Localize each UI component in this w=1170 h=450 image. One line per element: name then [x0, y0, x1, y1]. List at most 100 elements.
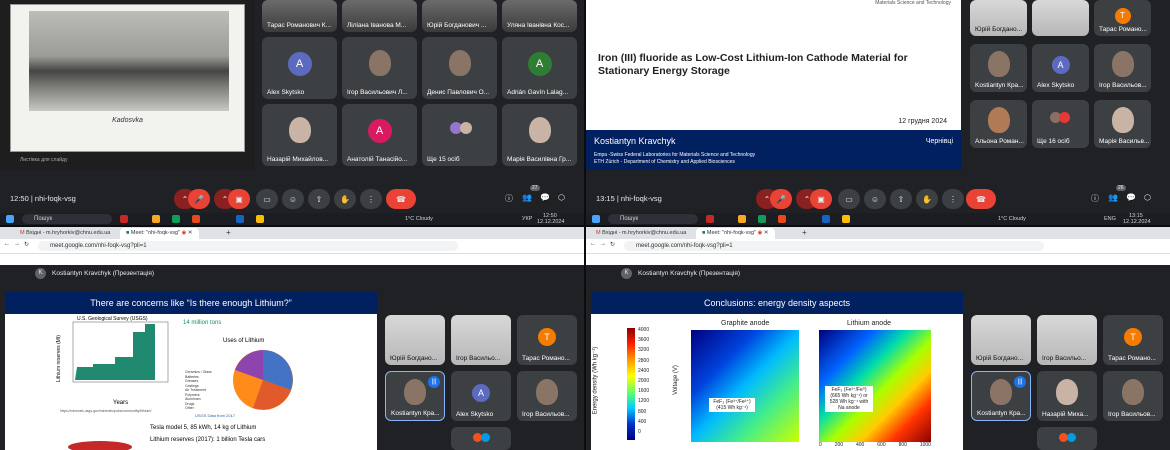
- mic-icon[interactable]: 🎤: [770, 189, 792, 209]
- windows-start-icon[interactable]: [592, 215, 600, 223]
- flower-icon: [706, 215, 714, 223]
- participant-tile[interactable]: Ігор Васильо...: [451, 315, 511, 365]
- participant-tile[interactable]: Марія Васильв...: [1094, 100, 1151, 148]
- url-input[interactable]: meet.google.com/nhi-foqk-vsg?pli=1: [38, 241, 458, 251]
- windows-start-icon[interactable]: [6, 215, 14, 223]
- raise-hand-button[interactable]: ✋: [334, 189, 356, 209]
- participant-tile[interactable]: Ігор Васильов...: [1103, 371, 1163, 421]
- participant-tile[interactable]: Альона Роман...: [970, 100, 1027, 148]
- participant-tile[interactable]: A Adrián Gavín Lalag...: [502, 37, 577, 99]
- participant-tile[interactable]: T Тарас Романо...: [517, 315, 577, 365]
- participant-tile[interactable]: Назарій Михайлов...: [262, 104, 337, 166]
- forward-icon[interactable]: →: [600, 241, 606, 247]
- reload-icon[interactable]: ↻: [24, 241, 29, 248]
- taskbar-search[interactable]: Пошук: [608, 214, 698, 224]
- participant-tile[interactable]: T Тарас Романо...: [1103, 315, 1163, 365]
- participant-tile[interactable]: Ігор Васильов...: [1094, 44, 1151, 92]
- participant-tile[interactable]: ||| Kostiantyn Кра...: [971, 371, 1031, 421]
- participant-tile[interactable]: A Alex Skytsko: [451, 371, 511, 421]
- taskbar-search[interactable]: Пошук: [22, 214, 112, 224]
- avatar: [987, 107, 1010, 134]
- app-icon[interactable]: [192, 215, 200, 223]
- explorer-icon[interactable]: [738, 215, 746, 223]
- info-icon[interactable]: ⓘ: [1091, 193, 1099, 204]
- new-tab-button[interactable]: +: [226, 228, 231, 237]
- participant-tile[interactable]: Юрій Богданович ...: [422, 0, 497, 32]
- participant-tile[interactable]: Ігор Васильо...: [1037, 315, 1097, 365]
- shared-slide: There are concerns like “Is there enough…: [5, 292, 377, 450]
- leave-call-button[interactable]: ☎: [386, 189, 416, 209]
- camera-off-icon[interactable]: ▣: [810, 189, 832, 209]
- more-participants-tile[interactable]: Ще 15 осіб: [422, 104, 497, 166]
- participant-tile[interactable]: Ліліана Іванова М...: [342, 0, 417, 32]
- participant-tile[interactable]: [1032, 0, 1089, 36]
- forward-icon[interactable]: →: [14, 241, 20, 247]
- avatar: [536, 379, 558, 405]
- more-options-button[interactable]: ⋮: [360, 189, 382, 209]
- tab-meet[interactable]: ■ Meet: "nhi-foqk-vsg" ◉ ✕: [120, 228, 199, 239]
- word-icon[interactable]: [236, 215, 244, 223]
- more-participants-tile[interactable]: [1037, 427, 1097, 450]
- tab-gmail[interactable]: M Вхідні - m.hryhorkiv@chnu.edu.ua: [14, 228, 116, 239]
- language-indicator[interactable]: ENG: [1104, 216, 1116, 222]
- emoji-button[interactable]: ☺: [864, 189, 886, 209]
- camera-off-icon[interactable]: ▣: [228, 189, 250, 209]
- back-icon[interactable]: ←: [590, 241, 596, 247]
- participant-tile[interactable]: T Тарас Романо...: [1094, 0, 1151, 36]
- people-icon[interactable]: 👥: [1108, 193, 1118, 202]
- chat-icon[interactable]: 💬: [540, 193, 550, 202]
- more-options-button[interactable]: ⋮: [942, 189, 964, 209]
- participant-tile[interactable]: Юрій Богдано...: [385, 315, 445, 365]
- activities-icon[interactable]: ⬡: [1144, 193, 1151, 202]
- reload-icon[interactable]: ↻: [610, 241, 615, 248]
- participant-tile[interactable]: Ігор Васильов...: [517, 371, 577, 421]
- participant-tile[interactable]: Денис Павлович О...: [422, 37, 497, 99]
- info-icon[interactable]: ⓘ: [505, 193, 513, 204]
- participant-tile[interactable]: Юрій Богдано...: [970, 0, 1027, 36]
- language-indicator[interactable]: УКР: [522, 216, 532, 222]
- raise-hand-button[interactable]: ✋: [916, 189, 938, 209]
- tab-meet[interactable]: ■ Meet: "nhi-foqk-vsg" ◉ ✕: [696, 228, 775, 239]
- word-icon[interactable]: [822, 215, 830, 223]
- emoji-button[interactable]: ☺: [282, 189, 304, 209]
- lithium-title: Lithium anode: [847, 320, 891, 327]
- participant-tile[interactable]: Тарас Романович К...: [262, 0, 337, 32]
- participant-tile[interactable]: Уляна Іванівна Кос...: [502, 0, 577, 32]
- present-button[interactable]: ⇧: [308, 189, 330, 209]
- leave-call-button[interactable]: ☎: [966, 189, 996, 209]
- chart-xlabel: Years: [113, 400, 128, 406]
- url-input[interactable]: meet.google.com/nhi-foqk-vsg?pli=1: [624, 241, 1044, 251]
- participant-tile[interactable]: Назарій Миха...: [1037, 371, 1097, 421]
- participant-tile[interactable]: ||| Kostiantyn Кра...: [385, 371, 445, 421]
- app-icon[interactable]: [778, 215, 786, 223]
- tab-gmail[interactable]: M Вхідні - m.hryhorkiv@chnu.edu.ua: [590, 228, 692, 239]
- more-participants-tile[interactable]: Ще 16 осіб: [1032, 100, 1089, 148]
- meeting-clock: 13:15 | nhi-foqk-vsg: [596, 194, 662, 203]
- captions-button[interactable]: ▭: [838, 189, 860, 209]
- participant-tile[interactable]: A Alex Skytsko: [262, 37, 337, 99]
- more-participants-tile[interactable]: [451, 427, 511, 450]
- participant-tile[interactable]: A Анатолій Танасійо...: [342, 104, 417, 166]
- present-button[interactable]: ⇧: [890, 189, 912, 209]
- slide-title: Iron (III) fluoride as Low-Cost Lithium-…: [598, 52, 908, 77]
- avatar: A: [472, 384, 490, 402]
- new-tab-button[interactable]: +: [802, 228, 807, 237]
- back-icon[interactable]: ←: [4, 241, 10, 247]
- participant-tile[interactable]: Ігор Васильович Л...: [342, 37, 417, 99]
- bookmarks-bar: [586, 253, 1170, 265]
- activities-icon[interactable]: ⬡: [558, 193, 565, 202]
- participant-tile[interactable]: A Alex Skytsko: [1032, 44, 1089, 92]
- explorer-icon[interactable]: [152, 215, 160, 223]
- captions-button[interactable]: ▭: [256, 189, 278, 209]
- edge-icon[interactable]: [758, 215, 766, 223]
- people-icon[interactable]: 👥: [522, 193, 532, 202]
- participant-tile[interactable]: Марія Василівна Гр...: [502, 104, 577, 166]
- mic-icon[interactable]: 🎤: [188, 189, 210, 209]
- chrome-icon[interactable]: [842, 215, 850, 223]
- participant-tile[interactable]: Юрій Богдано...: [971, 315, 1031, 365]
- pie-title: Uses of Lithium: [223, 338, 264, 344]
- edge-icon[interactable]: [172, 215, 180, 223]
- participant-tile[interactable]: Kostiantyn Кра...: [970, 44, 1027, 92]
- chat-icon[interactable]: 💬: [1126, 193, 1136, 202]
- chrome-icon[interactable]: [256, 215, 264, 223]
